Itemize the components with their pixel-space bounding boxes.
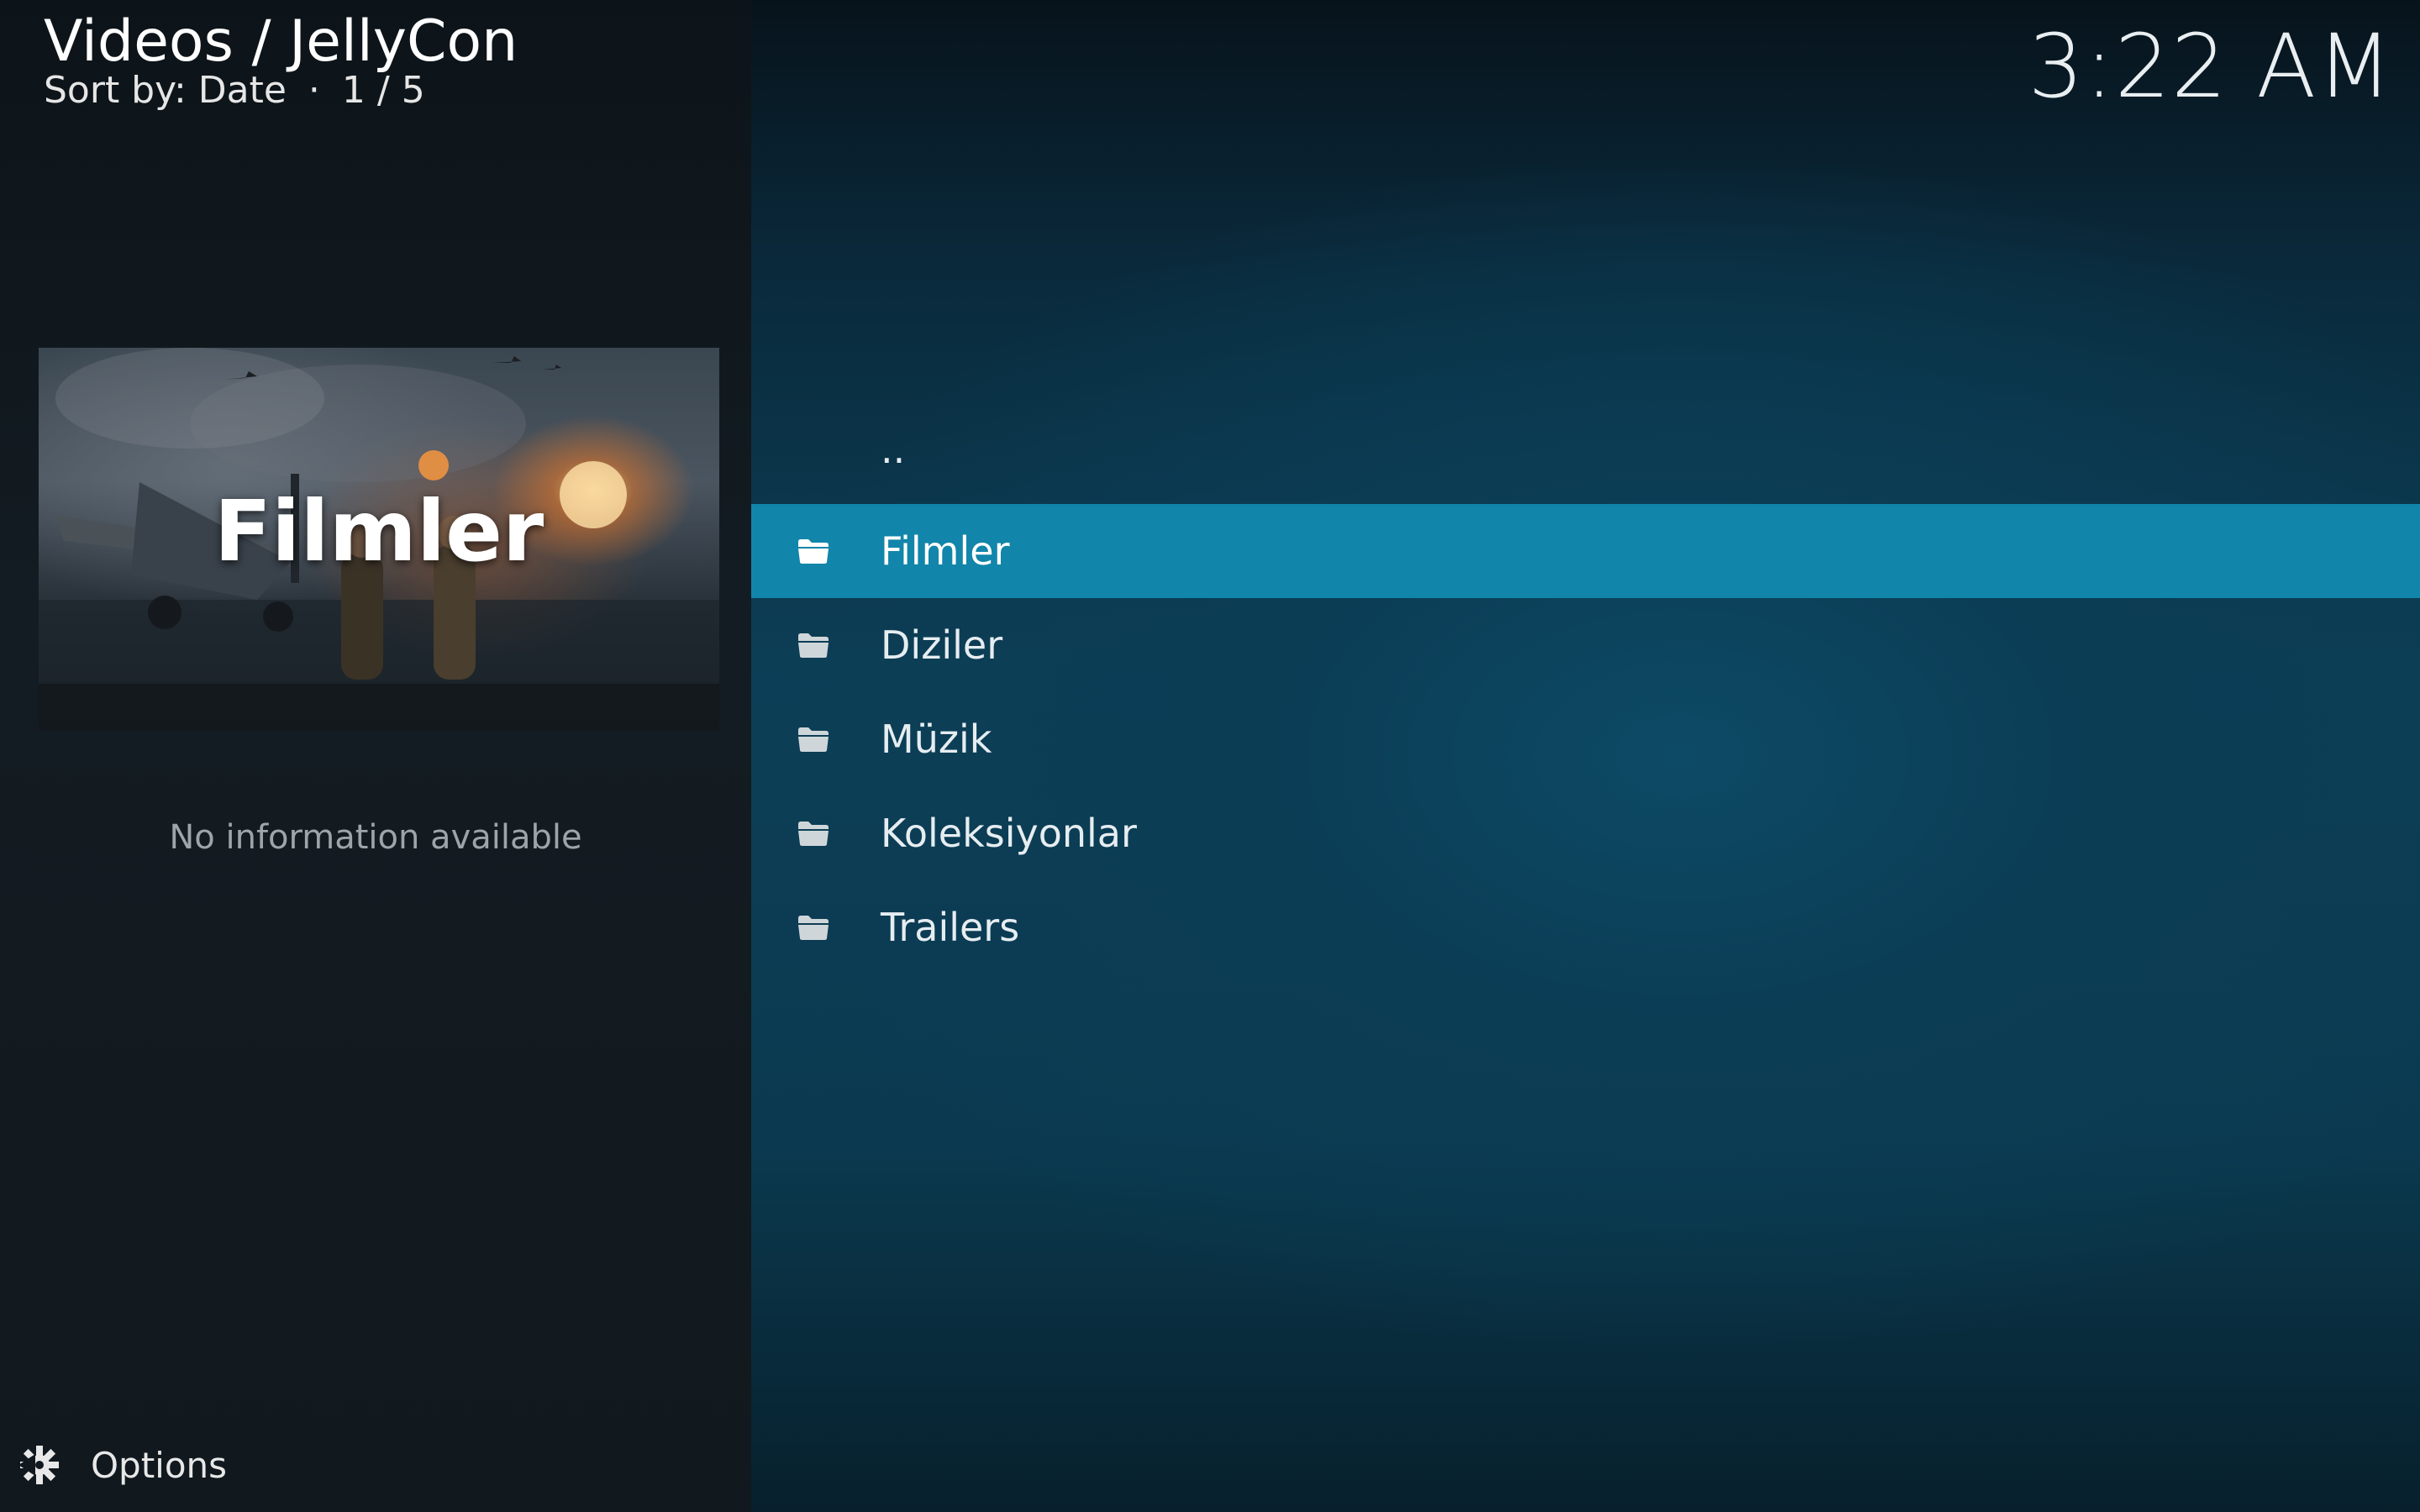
left-info-panel: Videos / JellyCon Sort by: Date · 1 / 5 <box>0 0 751 1512</box>
list-item-koleksiyonlar[interactable]: Koleksiyonlar <box>751 786 2420 880</box>
list-item-label: Müzik <box>881 717 992 762</box>
info-text: No information available <box>169 818 582 857</box>
folder-icon <box>798 916 829 940</box>
folder-icon <box>798 822 829 846</box>
list-item-label: Trailers <box>881 905 1020 950</box>
folder-icon <box>798 727 829 752</box>
clock: 3:22 AM <box>2028 15 2393 118</box>
separator-dot: · <box>308 69 320 112</box>
poster-image: Filmler <box>39 348 719 731</box>
folder-icon <box>798 633 829 658</box>
parent-folder-item[interactable]: .. <box>751 410 2420 504</box>
list-item-diziler[interactable]: Diziler <box>751 598 2420 692</box>
kodi-screen: Videos / JellyCon Sort by: Date · 1 / 5 <box>0 0 2420 1512</box>
parent-folder-label: .. <box>881 427 906 472</box>
breadcrumb-title: Videos / JellyCon <box>44 8 518 75</box>
folder-list: .. Filmler Diziler Müzik Koleksiyonlar T… <box>751 410 2420 974</box>
options-gear-icon <box>18 1446 59 1484</box>
poster-title: Filmler <box>213 482 544 580</box>
sort-info: Sort by: Date · 1 / 5 <box>44 69 425 112</box>
options-button[interactable]: Options <box>17 1440 227 1490</box>
list-item-filmler[interactable]: Filmler <box>751 504 2420 598</box>
list-item-muzik[interactable]: Müzik <box>751 692 2420 786</box>
folder-icon <box>798 539 829 564</box>
list-item-trailers[interactable]: Trailers <box>751 880 2420 974</box>
list-item-label: Diziler <box>881 622 1003 668</box>
options-label: Options <box>91 1444 228 1486</box>
list-item-label: Filmler <box>881 528 1010 574</box>
list-item-label: Koleksiyonlar <box>881 811 1137 856</box>
sort-label[interactable]: Sort by: Date <box>44 69 287 112</box>
item-position: 1 / 5 <box>341 69 425 112</box>
